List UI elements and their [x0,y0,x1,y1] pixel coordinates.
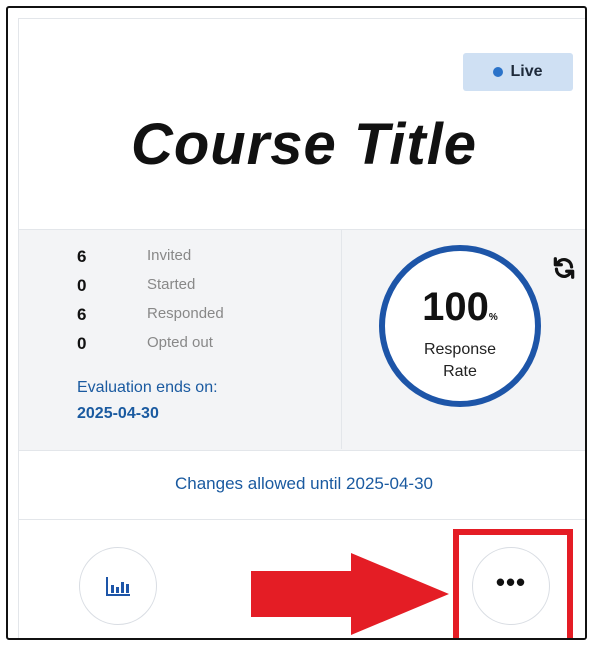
stat-started: 0 Started [77,276,195,296]
response-rate-label-line1: Response [423,341,497,358]
status-badge-label: Live [510,63,543,80]
evaluation-end-date: 2025-04-30 [77,405,159,422]
changes-allowed-notice: Changes allowed until 2025-04-30 [174,474,433,493]
stat-label: Responded [147,305,224,322]
course-card: Live Course Title 6 Invited 0 Started 6 … [18,18,585,638]
response-rate-value: 100% [422,285,498,329]
arrow-annotation-icon [251,553,449,635]
stat-value: 0 [77,276,87,295]
footer-separator [19,519,585,520]
stat-responded: 6 Responded [77,305,224,325]
stat-opted-out: 0 Opted out [77,334,213,354]
stat-value: 6 [77,247,87,266]
response-rate-gauge: 100% Response Rate [379,245,541,407]
screenshot-frame: Live Course Title 6 Invited 0 Started 6 … [6,6,587,640]
evaluation-end: Evaluation ends on: 2025-04-30 [77,375,218,427]
course-title: Course Title [130,112,478,177]
stat-value: 6 [77,305,87,324]
stat-label: Started [147,276,196,293]
evaluation-end-label: Evaluation ends on: [77,379,218,396]
stat-label: Opted out [147,334,213,351]
response-rate-label-line2: Rate [443,363,477,380]
stat-invited: 6 Invited [77,247,191,267]
highlight-box [453,529,573,638]
report-button[interactable] [79,547,157,625]
status-badge: Live [463,53,573,91]
refresh-icon[interactable] [551,255,577,281]
stats-divider [341,229,342,449]
stat-value: 0 [77,334,87,353]
bar-chart-icon [106,577,130,596]
live-dot-icon [493,67,504,77]
stat-label: Invited [147,247,192,264]
